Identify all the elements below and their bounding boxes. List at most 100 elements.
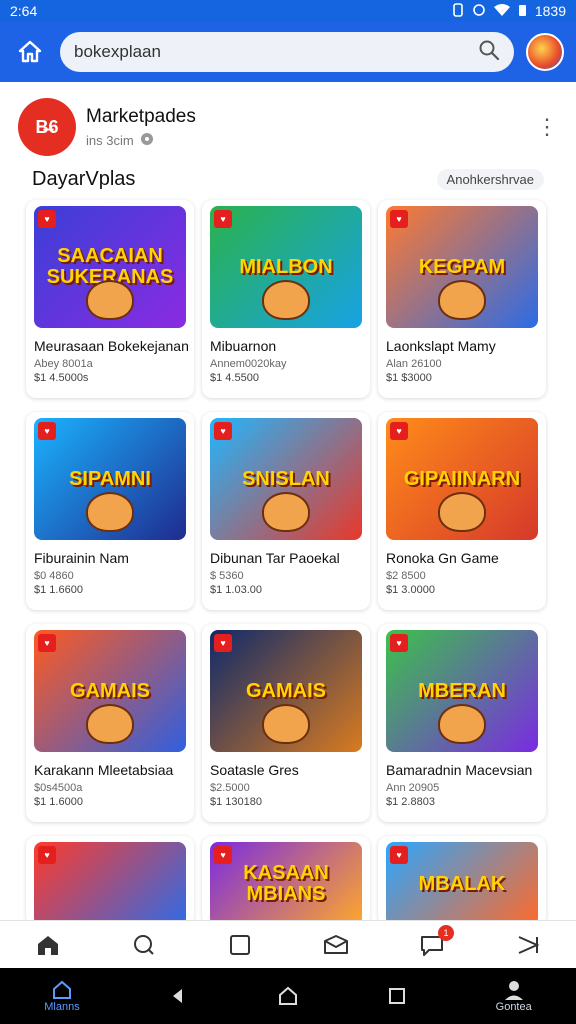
product-thumbnail[interactable]: ♥ SNISLAN xyxy=(210,418,362,540)
product-price: $1 $3000 xyxy=(386,372,432,384)
corner-badge-icon: ♥ xyxy=(214,210,232,228)
thumbnail-art-text: GAMAIS xyxy=(246,679,326,702)
home-button[interactable] xyxy=(277,985,299,1007)
status-right-text: 1839 xyxy=(534,3,566,19)
corner-badge-icon: ♥ xyxy=(214,422,232,440)
home-icon[interactable] xyxy=(12,34,48,70)
product-thumbnail[interactable]: ♥ KASAAN MBIANS xyxy=(210,842,362,926)
corner-badge-icon: ♥ xyxy=(214,846,232,864)
product-grid: ♥ SAACAIAN SUKERANAS Meurasaan Bokekejanan… xyxy=(26,200,554,926)
store-name: Marketpades xyxy=(86,105,196,127)
app-bar xyxy=(0,22,576,82)
product-thumbnail[interactable]: ♥ MIALBON xyxy=(210,206,362,328)
corner-badge-icon: ♥ xyxy=(390,422,408,440)
product-thumbnail[interactable]: ♥ MBERAN xyxy=(386,630,538,752)
product-price: $1 4.5500 xyxy=(210,372,259,384)
product-thumbnail[interactable]: ♥ GIPAIINARN xyxy=(386,418,538,540)
product-thumbnail[interactable]: ♥ GAMAIS xyxy=(210,630,362,752)
character-illustration xyxy=(438,492,486,532)
search-input[interactable] xyxy=(74,42,454,62)
product-price: $1 2.8803 xyxy=(386,796,435,808)
store-logo[interactable]: B̶6 xyxy=(18,98,76,156)
store-titles: Marketpades ins 3cim xyxy=(86,106,196,149)
info-icon xyxy=(140,132,154,149)
nav-square-icon[interactable] xyxy=(226,931,254,959)
product-meta: Abey 8001a xyxy=(34,358,93,370)
sys-home-label: Mlanns xyxy=(44,1001,80,1013)
product-meta: Ann 20905 xyxy=(386,782,440,794)
thumbnail-art-text: SNISLAN xyxy=(242,467,330,490)
section-header: DayarVplas Anohkershrvae xyxy=(0,166,576,192)
thumbnail-art-text: MBERAN xyxy=(418,679,506,702)
search-bar[interactable] xyxy=(60,32,514,72)
notification-icon xyxy=(452,2,464,20)
product-thumbnail[interactable]: ♥ SAACAIAN SUKERANAS xyxy=(34,206,186,328)
character-illustration xyxy=(86,280,134,320)
product-title: Bamaradnin Macevsian xyxy=(386,762,533,778)
product-title: Karakann Mleetabsiaa xyxy=(34,762,174,778)
product-card[interactable]: ♥ MBALAK xyxy=(378,836,546,926)
product-thumbnail[interactable]: ♥ GAMAIS xyxy=(34,630,186,752)
thumbnail-art-text: MIALBON xyxy=(239,255,333,278)
nav-chat-icon[interactable]: 1 xyxy=(418,924,454,959)
thumbnail-art-text: GIPAIINARN xyxy=(403,467,521,490)
thumbnail-art-text: KEGPAM xyxy=(418,255,506,278)
nav-arrow-icon[interactable] xyxy=(514,931,542,959)
character-illustration xyxy=(262,704,310,744)
section-title: DayarVplas xyxy=(32,167,136,190)
thumbnail-art-text: KASAAN MBIANS xyxy=(243,862,329,905)
nav-home-icon[interactable] xyxy=(34,931,62,959)
chat-badge: 1 xyxy=(438,924,454,941)
product-thumbnail[interactable]: ♥ xyxy=(34,842,186,926)
character-illustration xyxy=(86,704,134,744)
product-card[interactable]: ♥ SAACAIAN SUKERANAS Meurasaan Bokekejanan… xyxy=(26,200,194,398)
product-card[interactable]: ♥ KEGPAM Laonkslapt Mamy Alan 26100 $1 $3000 xyxy=(378,200,546,398)
back-button[interactable] xyxy=(168,986,188,1006)
product-card[interactable]: ♥ MBERAN Bamaradnin Macevsian Ann 20905 $1 2… xyxy=(378,624,546,822)
logo-text: B̶6 xyxy=(35,116,59,137)
system-navigation-bar: Mlanns Gontea xyxy=(0,968,576,1024)
product-price: $1 130180 xyxy=(210,796,262,808)
product-card[interactable]: ♥ GIPAIINARN Ronoka Gn Game $2 8500 $1 3.000… xyxy=(378,412,546,610)
corner-badge-icon: ♥ xyxy=(38,422,56,440)
product-thumbnail[interactable]: ♥ SIPAMNI xyxy=(34,418,186,540)
product-thumbnail[interactable]: ♥ MBALAK xyxy=(386,842,538,926)
corner-badge-icon: ♥ xyxy=(390,846,408,864)
thumbnail-art-text: MBALAK xyxy=(418,872,506,895)
product-card[interactable]: ♥ GAMAIS Soatasle Gres $2.5000 $1 130180 xyxy=(202,624,370,822)
corner-badge-icon: ♥ xyxy=(390,634,408,652)
product-card[interactable]: ♥ MIALBON Mibuarnon Annem0020kay $1 4.5500 xyxy=(202,200,370,398)
nav-mail-icon[interactable] xyxy=(322,931,350,959)
recents-button[interactable] xyxy=(387,986,407,1006)
product-meta: $ 5360 xyxy=(210,570,244,582)
status-time: 2:64 xyxy=(10,3,38,19)
product-title: Laonkslapt Mamy xyxy=(386,338,496,354)
profile-avatar[interactable] xyxy=(526,33,564,71)
character-illustration xyxy=(262,280,310,320)
product-meta: $2.5000 xyxy=(210,782,250,794)
product-card[interactable]: ♥ SNISLAN Dibunan Tar Paoekal $ 5360 $1 1.03… xyxy=(202,412,370,610)
search-icon[interactable] xyxy=(478,39,500,66)
product-meta: $2 8500 xyxy=(386,570,426,582)
store-subtitle: ins 3cim xyxy=(86,132,196,149)
product-card[interactable]: ♥ xyxy=(26,836,194,926)
product-card[interactable]: ♥ GAMAIS Karakann Mleetabsiaa $0s4500a $1 1.… xyxy=(26,624,194,822)
wifi-icon xyxy=(493,3,510,19)
product-card[interactable]: ♥ SIPAMNI Fiburainin Nam $0 4860 $1 1.6600 xyxy=(26,412,194,610)
sys-home-button[interactable]: Mlanns xyxy=(44,979,80,1013)
product-price: $1 1.03.00 xyxy=(210,584,262,596)
status-bar: 2:64 1839 xyxy=(0,0,576,22)
character-illustration xyxy=(262,492,310,532)
product-title: Meurasaan Bokekejanan xyxy=(34,338,189,354)
product-thumbnail[interactable]: ♥ KEGPAM xyxy=(386,206,538,328)
nav-search-icon[interactable] xyxy=(130,931,158,959)
section-chip[interactable]: Anohkershrvae xyxy=(436,168,544,190)
bottom-navigation: 1 xyxy=(0,920,576,968)
product-price: $1 1.6000 xyxy=(34,796,83,808)
account-button[interactable]: Gontea xyxy=(496,979,532,1013)
more-options-icon[interactable]: ⋮ xyxy=(536,116,558,138)
corner-badge-icon: ♥ xyxy=(390,210,408,228)
product-title: Dibunan Tar Paoekal xyxy=(210,550,340,566)
product-title: Fiburainin Nam xyxy=(34,550,129,566)
product-card[interactable]: ♥ KASAAN MBIANS xyxy=(202,836,370,926)
